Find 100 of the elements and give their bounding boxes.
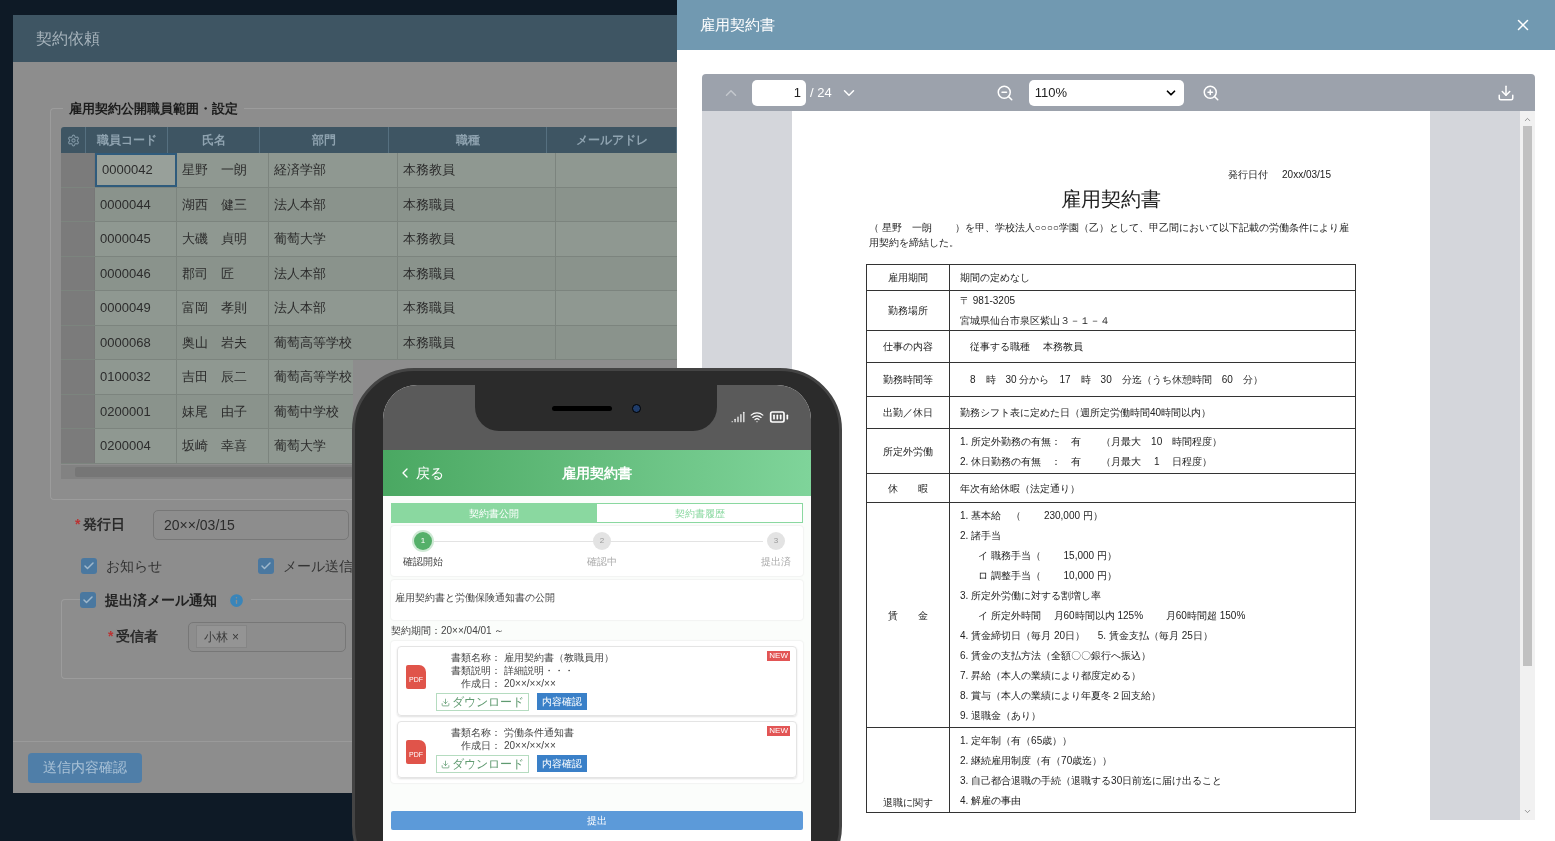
table-cell: 0000049	[95, 291, 177, 325]
document-line: 4. 解雇の事由	[960, 793, 1023, 808]
table-cell: 0000044	[95, 187, 177, 221]
row-label: 出勤／休日	[883, 406, 933, 420]
document-line: 2. 継続雇用制度（有（70歳迄））	[960, 753, 1114, 768]
table-cell: 経済学部	[269, 153, 398, 187]
checkbox[interactable]	[81, 558, 97, 574]
table-row[interactable]: 0100032 吉田 辰二 葡萄高等学校	[61, 360, 353, 395]
option-checkbox[interactable]: お知らせ	[81, 555, 258, 577]
download-icon[interactable]	[1497, 83, 1515, 102]
new-badge: NEW	[767, 651, 790, 661]
document-title: 雇用契約書	[1061, 187, 1161, 212]
field-label: * 発行日	[50, 514, 153, 535]
settings-icon[interactable]	[66, 133, 80, 147]
table-cell: 本務教員	[398, 153, 556, 187]
table-cell: 湖西 健三	[177, 187, 269, 221]
field-label: 作成日：	[460, 739, 501, 752]
table-cell: 妹尾 由子	[177, 394, 269, 428]
table-cell-text: 葡萄中学校	[273, 402, 340, 421]
row-label: 所定外労働	[883, 444, 933, 459]
document-line: 1. 所定外勤務の有無： 有 （月最大 10 時間程度）	[960, 434, 1224, 449]
table-cell: 0000042	[95, 153, 177, 187]
step-number: 1	[414, 532, 432, 550]
scroll-up-icon[interactable]	[1523, 115, 1532, 124]
confirm-button[interactable]: 送信内容確認	[28, 752, 142, 783]
table-cell: 0200004	[95, 429, 177, 463]
document-line: 〒 981-3205	[960, 294, 1017, 309]
document-line: 3. 所定外労働に対する割増し率	[960, 588, 1103, 603]
checkbox[interactable]	[80, 592, 96, 608]
page-count: / 24	[810, 83, 832, 102]
download-icon	[441, 697, 450, 707]
issue-date-label: 発行日付	[1228, 168, 1269, 182]
table-cell: 0100032	[95, 360, 177, 394]
row-label: 仕事の内容	[883, 340, 933, 354]
vertical-scrollbar[interactable]	[1520, 111, 1535, 820]
issue-date-field[interactable]: 20××/03/15	[153, 509, 349, 540]
table-cell: 吉田 辰二	[177, 360, 269, 394]
table-cell: 本務職員	[398, 291, 556, 325]
recipient-field[interactable]: 小林 ×	[188, 621, 346, 652]
zoom-in-icon[interactable]	[1201, 83, 1220, 102]
zoom-select[interactable]: 110%	[1028, 79, 1184, 106]
table-row[interactable]: 0000068 奥山 岩夫 葡萄高等学校 本務職員	[61, 325, 677, 360]
row-label: 勤務時間等	[883, 373, 933, 387]
document-line: 3. 自己都合退職の手続（退職する30日前迄に届け出ること	[960, 773, 1224, 788]
check-icon	[83, 560, 95, 572]
horizontal-scrollbar[interactable]	[61, 464, 353, 479]
table-row[interactable]: 0000044 湖西 健三 法人本部 本務職員	[61, 187, 677, 222]
field-value: 雇用契約書（教職員用）	[504, 651, 614, 664]
table-cell: 本務職員	[398, 187, 556, 221]
scroll-down-icon[interactable]	[1523, 807, 1532, 816]
row-handle	[61, 222, 95, 256]
mail-notice-checkbox[interactable]: 提出済メール通知	[80, 589, 251, 611]
speaker-icon	[551, 405, 612, 411]
back-button[interactable]: 戻る	[397, 462, 444, 484]
check-icon	[260, 560, 272, 572]
row-handle	[61, 187, 95, 221]
document-line: 年次有給休暇（法定通り）	[960, 481, 1081, 496]
remove-tag-button[interactable]: ×	[232, 627, 239, 646]
step-number: 2	[593, 532, 611, 550]
table-cell: 法人本部	[269, 256, 398, 290]
document-line: 宮城県仙台市泉区紫山３－１－４	[960, 313, 1111, 328]
document-line: 勤務シフト表に定めた日（週所定労働時間40時間以内）	[960, 406, 1213, 420]
row-handle	[61, 360, 95, 394]
notice-text: 雇用契約書と労働保険通知書の公開	[395, 592, 555, 603]
option-checkbox[interactable]: メール送信	[258, 555, 353, 577]
document-line: 4. 賃金締切日（毎月 20日） 5. 賃金支払（毎月 25日）	[960, 628, 1214, 643]
table-cell-text: 葡萄大学	[273, 437, 327, 455]
row-handle	[61, 256, 95, 290]
view-content-button[interactable]: 内容確認	[537, 693, 587, 710]
document-line: 9. 退職金（あり）	[960, 708, 1043, 723]
table-cell: 本務教員	[398, 222, 556, 256]
view-content-button[interactable]: 内容確認	[537, 755, 587, 772]
table-row[interactable]: 0000046 郡司 匠 法人本部 本務職員	[61, 256, 677, 291]
document-line: 1. 基本給 （ 230,000 円）	[960, 508, 1104, 523]
document-intro: （ 星野 一朗 ）を甲、学校法人○○○○学園（乙）として、甲乙間において以下記載の労働条件により雇用契約を締結した。	[868, 221, 1350, 250]
document-line: 2. 休日勤務の有無 ： 有 （月最大 1 日程度）	[960, 454, 1214, 469]
submit-button[interactable]: 提出	[391, 811, 803, 830]
field-value: 20××/××/××	[504, 677, 556, 690]
app-title: 雇用契約書	[562, 463, 632, 483]
table-row[interactable]: 0200004 坂崎 幸喜 葡萄大学	[61, 429, 353, 464]
document-line: 期間の定めなし	[960, 271, 1031, 285]
checkbox[interactable]	[258, 558, 274, 574]
row-handle	[61, 291, 95, 325]
field-value: 詳細説明・・・	[504, 664, 574, 677]
table-row[interactable]: 0200001 妹尾 由子 葡萄中学校	[61, 394, 353, 429]
document-line: 8. 賞与（本人の業績により年夏冬２回支給）	[960, 688, 1163, 703]
required-mark: *	[108, 627, 114, 646]
row-handle	[61, 429, 95, 463]
table-cell: 本務職員	[398, 325, 556, 359]
wifi-icon	[750, 409, 764, 424]
table-cell: 大磯 貞明	[177, 222, 269, 256]
table-cell: 0000068	[95, 325, 177, 359]
table-row[interactable]: 0000045 大磯 貞明 葡萄大学 本務教員	[61, 222, 677, 257]
new-badge: NEW	[767, 726, 790, 736]
zoom-out-icon[interactable]	[995, 83, 1014, 102]
info-icon[interactable]	[228, 591, 245, 609]
step-number: 3	[767, 532, 785, 550]
page-number-field[interactable]: 1	[752, 79, 806, 106]
table-row[interactable]: 0000049 富岡 孝則 法人本部 本務職員	[61, 291, 677, 326]
row-label: 勤務場所	[888, 304, 928, 318]
